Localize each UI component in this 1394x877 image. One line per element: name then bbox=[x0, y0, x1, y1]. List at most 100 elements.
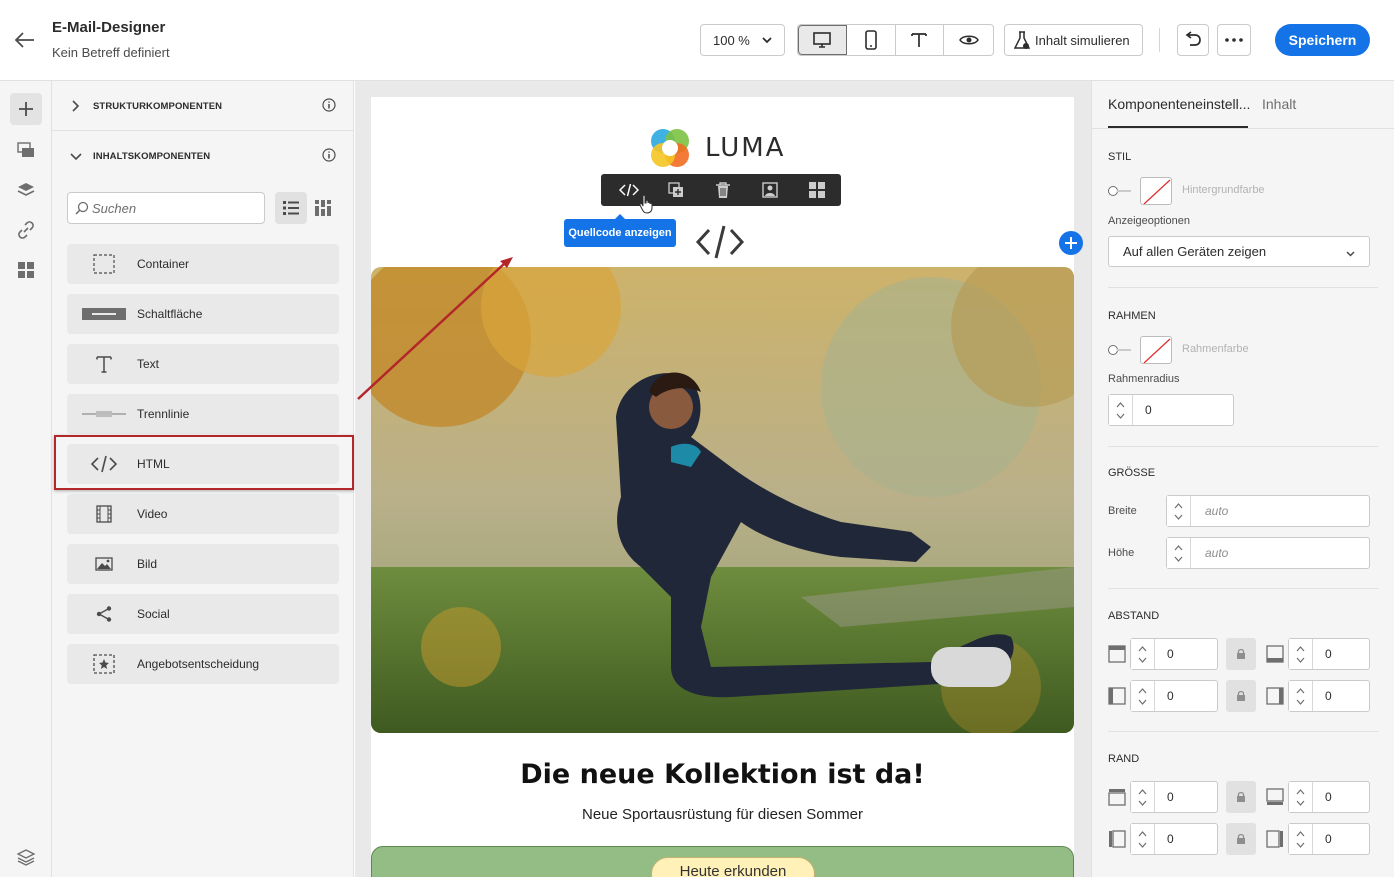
grid-view-button[interactable] bbox=[311, 192, 335, 224]
margin-left-stepper[interactable]: 0 bbox=[1130, 823, 1218, 855]
component-social[interactable]: Social bbox=[67, 594, 339, 634]
border-color-swatch[interactable] bbox=[1140, 336, 1172, 364]
padding-left-icon bbox=[1108, 687, 1126, 705]
cta-section[interactable]: Heute erkunden bbox=[371, 846, 1074, 877]
lock-icon bbox=[1237, 833, 1245, 844]
app-title: E-Mail-Designer bbox=[52, 19, 166, 36]
padding-top-stepper[interactable]: 0 bbox=[1130, 638, 1218, 670]
text-view-button[interactable] bbox=[896, 25, 945, 55]
margin-right-icon bbox=[1266, 830, 1283, 848]
chevron-down-icon bbox=[1345, 247, 1356, 262]
zoom-select[interactable]: 100 % bbox=[700, 24, 785, 56]
chevron-right-icon bbox=[70, 100, 84, 112]
padding-right-value[interactable]: 0 bbox=[1313, 681, 1332, 711]
info-icon[interactable] bbox=[322, 148, 336, 165]
luma-logo: LUMA bbox=[647, 125, 785, 171]
padding-left-value[interactable]: 0 bbox=[1155, 681, 1174, 711]
duplicate-button[interactable] bbox=[652, 174, 699, 206]
more-options-button[interactable] bbox=[1217, 24, 1251, 56]
margin-right-stepper[interactable]: 0 bbox=[1288, 823, 1370, 855]
padding-lock-button[interactable] bbox=[1226, 680, 1256, 712]
desktop-view-button[interactable] bbox=[798, 25, 847, 55]
save-fragment-button[interactable] bbox=[747, 174, 794, 206]
cta-button[interactable]: Heute erkunden bbox=[651, 857, 815, 877]
rail-assets-button[interactable] bbox=[10, 134, 42, 166]
padding-bottom-value[interactable]: 0 bbox=[1313, 639, 1332, 669]
top-bar: E-Mail-Designer Kein Betreff definiert 1… bbox=[0, 0, 1394, 81]
rail-navigator-button[interactable] bbox=[10, 841, 42, 873]
height-stepper[interactable]: auto bbox=[1166, 537, 1370, 569]
background-color-toggle[interactable] bbox=[1108, 185, 1132, 197]
back-arrow-icon[interactable] bbox=[12, 27, 38, 53]
width-value[interactable]: auto bbox=[1191, 496, 1228, 526]
structure-components-title: STRUKTURKOMPONENTEN bbox=[93, 100, 223, 112]
padding-lock-button[interactable] bbox=[1226, 638, 1256, 670]
component-container[interactable]: Container bbox=[67, 244, 339, 284]
delete-button[interactable] bbox=[699, 174, 746, 206]
height-value[interactable]: auto bbox=[1191, 538, 1228, 568]
eye-icon bbox=[958, 35, 979, 45]
chevron-down-icon bbox=[761, 34, 773, 49]
save-button[interactable]: Speichern bbox=[1275, 24, 1370, 56]
margin-top-stepper[interactable]: 0 bbox=[1130, 781, 1218, 813]
margin-left-value[interactable]: 0 bbox=[1155, 824, 1174, 854]
padding-bottom-stepper[interactable]: 0 bbox=[1288, 638, 1370, 670]
display-options-select[interactable]: Auf allen Geräten zeigen bbox=[1108, 236, 1370, 267]
plus-icon bbox=[1065, 237, 1077, 249]
grid-icon bbox=[315, 200, 331, 216]
chevron-down-icon bbox=[70, 151, 84, 161]
section-divider bbox=[1108, 588, 1378, 589]
component-divider[interactable]: Trennlinie bbox=[67, 394, 339, 434]
component-text[interactable]: Text bbox=[67, 344, 339, 384]
mobile-view-button[interactable] bbox=[847, 25, 896, 55]
border-color-toggle[interactable] bbox=[1108, 344, 1132, 356]
link-icon bbox=[18, 221, 34, 239]
rail-add-button[interactable] bbox=[10, 93, 42, 125]
margin-right-value[interactable]: 0 bbox=[1313, 824, 1332, 854]
component-image[interactable]: Bild bbox=[67, 544, 339, 584]
margin-bottom-value[interactable]: 0 bbox=[1313, 782, 1332, 812]
component-button[interactable]: Schaltfläche bbox=[67, 294, 339, 334]
width-stepper[interactable]: auto bbox=[1166, 495, 1370, 527]
margin-top-value[interactable]: 0 bbox=[1155, 782, 1174, 812]
html-placeholder-icon[interactable] bbox=[695, 224, 745, 263]
select-parent-button[interactable] bbox=[794, 174, 841, 206]
border-radius-stepper[interactable]: 0 bbox=[1108, 394, 1234, 426]
component-video[interactable]: Video bbox=[67, 494, 339, 534]
component-offer-decision[interactable]: Angebotsentscheidung bbox=[67, 644, 339, 684]
margin-lock-button[interactable] bbox=[1226, 823, 1256, 855]
component-label: Container bbox=[137, 257, 190, 271]
margin-section-title: RAND bbox=[1108, 753, 1140, 765]
lock-icon bbox=[1237, 690, 1245, 701]
margin-bottom-stepper[interactable]: 0 bbox=[1288, 781, 1370, 813]
padding-right-icon bbox=[1266, 687, 1284, 705]
properties-tabs: Komponenteneinstell... Inhalt bbox=[1092, 81, 1394, 129]
margin-lock-button[interactable] bbox=[1226, 781, 1256, 813]
tab-content[interactable]: Inhalt bbox=[1262, 96, 1296, 112]
flask-icon bbox=[1013, 31, 1031, 54]
simulate-content-button[interactable]: Inhalt simulieren bbox=[1004, 24, 1143, 56]
html-highlight-box bbox=[54, 435, 354, 490]
rail-layers-button[interactable] bbox=[10, 174, 42, 206]
rail-fragments-button[interactable] bbox=[10, 254, 42, 286]
code-icon bbox=[618, 183, 639, 197]
padding-top-value[interactable]: 0 bbox=[1155, 639, 1174, 669]
structure-components-header[interactable]: STRUKTURKOMPONENTEN bbox=[52, 81, 354, 131]
content-components-header[interactable]: INHALTSKOMPONENTEN bbox=[52, 131, 354, 181]
list-icon bbox=[283, 201, 299, 215]
preview-button[interactable] bbox=[944, 25, 993, 55]
add-component-button[interactable] bbox=[1059, 231, 1083, 255]
undo-button[interactable] bbox=[1177, 24, 1209, 56]
search-input[interactable]: Suchen bbox=[67, 192, 265, 224]
background-color-swatch[interactable] bbox=[1140, 177, 1172, 205]
subheadline[interactable]: Neue Sportausrüstung für diesen Sommer bbox=[371, 806, 1074, 823]
padding-left-stepper[interactable]: 0 bbox=[1130, 680, 1218, 712]
component-label: Video bbox=[137, 507, 168, 521]
padding-right-stepper[interactable]: 0 bbox=[1288, 680, 1370, 712]
headline[interactable]: Die neue Kollektion ist da! bbox=[371, 759, 1074, 790]
rail-links-button[interactable] bbox=[10, 214, 42, 246]
tab-component-settings[interactable]: Komponenteneinstell... bbox=[1108, 96, 1250, 112]
list-view-button[interactable] bbox=[275, 192, 307, 224]
border-radius-value[interactable]: 0 bbox=[1133, 395, 1152, 425]
info-icon[interactable] bbox=[322, 98, 336, 115]
